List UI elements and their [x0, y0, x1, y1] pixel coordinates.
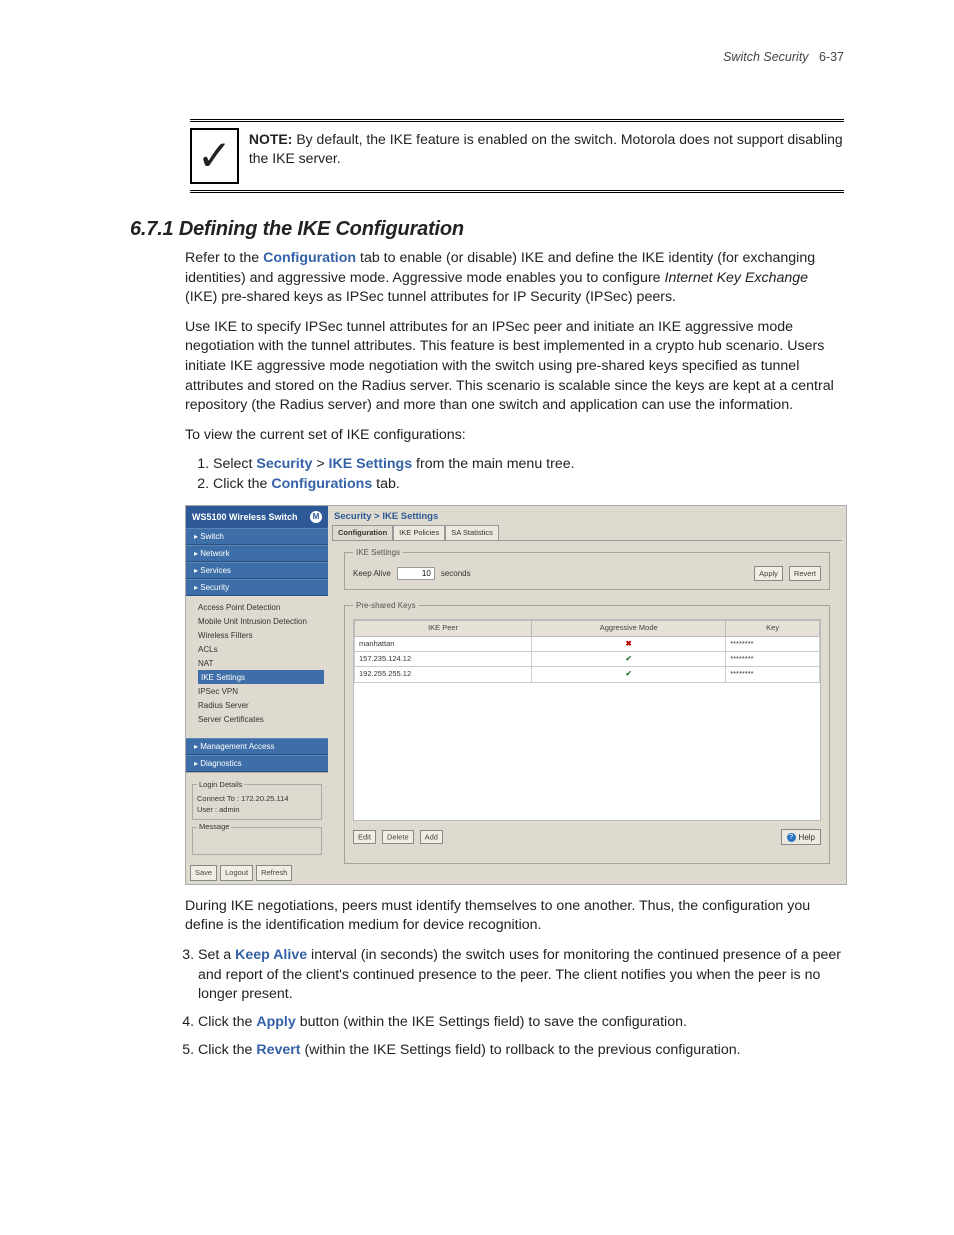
paragraph-4: During IKE negotiations, peers must iden… — [185, 897, 844, 936]
paragraph-2: Use IKE to specify IPSec tunnel attribut… — [185, 318, 844, 416]
tab-sa-statistics[interactable]: SA Statistics — [445, 525, 499, 540]
configuration-link: Configuration — [263, 250, 356, 266]
note-block: ✓ NOTE: By default, the IKE feature is e… — [190, 119, 844, 193]
edit-button[interactable]: Edit — [353, 830, 376, 844]
sidebar-item-acls[interactable]: ACLs — [198, 642, 324, 656]
col-header: Key — [726, 621, 820, 636]
steps-1-2: Select Security > IKE Settings from the … — [185, 455, 844, 494]
paragraph-1: Refer to the Configuration tab to enable… — [185, 249, 844, 308]
delete-button[interactable]: Delete — [382, 830, 414, 844]
note-label: NOTE: — [249, 131, 293, 147]
step-item: Click the Revert (within the IKE Setting… — [198, 1041, 844, 1061]
sidebar-item-mobile-unit-intrusion-detection[interactable]: Mobile Unit Intrusion Detection — [198, 614, 324, 628]
checkmark-icon: ✓ — [190, 128, 239, 184]
sidebar-item-ipsec-vpn[interactable]: IPSec VPN — [198, 684, 324, 698]
apply-button[interactable]: Apply — [754, 566, 783, 581]
help-button[interactable]: ? Help — [781, 829, 821, 845]
table-row[interactable]: 192.255.255.12✔******** — [355, 667, 820, 682]
psk-table: IKE PeerAggressive ModeKey manhattan✖***… — [354, 620, 820, 682]
header-section: Switch Security — [723, 50, 808, 64]
app-screenshot: WS5100 Wireless Switch M ▸ Switch▸ Netwo… — [185, 505, 847, 885]
psk-legend: Pre-shared Keys — [353, 600, 419, 611]
col-header: Aggressive Mode — [532, 621, 726, 636]
step-item: Click the Apply button (within the IKE S… — [198, 1013, 844, 1033]
nav-item-management-access[interactable]: ▸ Management Access — [186, 738, 328, 755]
motorola-logo-icon: M — [310, 511, 322, 523]
add-button[interactable]: Add — [420, 830, 443, 844]
steps-3-5: Set a Keep Alive interval (in seconds) t… — [170, 946, 844, 1061]
save-button[interactable]: Save — [190, 865, 217, 880]
help-icon: ? — [787, 833, 796, 842]
sidebar-item-ike-settings[interactable]: IKE Settings — [198, 670, 324, 684]
sidebar-item-access-point-detection[interactable]: Access Point Detection — [198, 600, 324, 614]
keep-alive-label: Keep Alive — [353, 568, 391, 579]
message-legend: Message — [197, 822, 231, 832]
keep-alive-unit: seconds — [441, 568, 471, 579]
nav-item-services[interactable]: ▸ Services — [186, 562, 328, 579]
note-body: NOTE: By default, the IKE feature is ena… — [249, 128, 844, 168]
nav-item-diagnostics[interactable]: ▸ Diagnostics — [186, 755, 328, 772]
ike-settings-legend: IKE Settings — [353, 547, 403, 558]
section-heading: 6.7.1 Defining the IKE Configuration — [130, 218, 844, 241]
sidebar-item-server-certificates[interactable]: Server Certificates — [198, 712, 324, 726]
note-text: By default, the IKE feature is enabled o… — [249, 131, 843, 166]
paragraph-3: To view the current set of IKE configura… — [185, 426, 844, 446]
nav-item-switch[interactable]: ▸ Switch — [186, 528, 328, 545]
tab-configuration[interactable]: Configuration — [332, 525, 393, 540]
tab-ike-policies[interactable]: IKE Policies — [393, 525, 445, 540]
table-row[interactable]: manhattan✖******** — [355, 636, 820, 651]
nav-item-security[interactable]: ▸ Security — [186, 579, 328, 596]
revert-button[interactable]: Revert — [789, 566, 821, 581]
table-row[interactable]: 157.235.124.12✔******** — [355, 652, 820, 667]
col-header: IKE Peer — [355, 621, 532, 636]
step-item: Select Security > IKE Settings from the … — [213, 455, 844, 475]
sidebar-item-radius-server[interactable]: Radius Server — [198, 698, 324, 712]
nav-item-network[interactable]: ▸ Network — [186, 545, 328, 562]
sidebar-title: WS5100 Wireless Switch M — [186, 506, 328, 528]
page-header: Switch Security 6-37 — [130, 50, 844, 64]
header-page: 6-37 — [819, 50, 844, 64]
step-item: Click the Configurations tab. — [213, 475, 844, 495]
login-legend: Login Details — [197, 780, 244, 790]
breadcrumb: Security > IKE Settings — [328, 506, 846, 525]
logout-button[interactable]: Logout — [220, 865, 253, 880]
sidebar-item-wireless-filters[interactable]: Wireless Filters — [198, 628, 324, 642]
sidebar-item-nat[interactable]: NAT — [198, 656, 324, 670]
keep-alive-input[interactable] — [397, 567, 435, 580]
step-item: Set a Keep Alive interval (in seconds) t… — [198, 946, 844, 1006]
refresh-button[interactable]: Refresh — [256, 865, 292, 880]
